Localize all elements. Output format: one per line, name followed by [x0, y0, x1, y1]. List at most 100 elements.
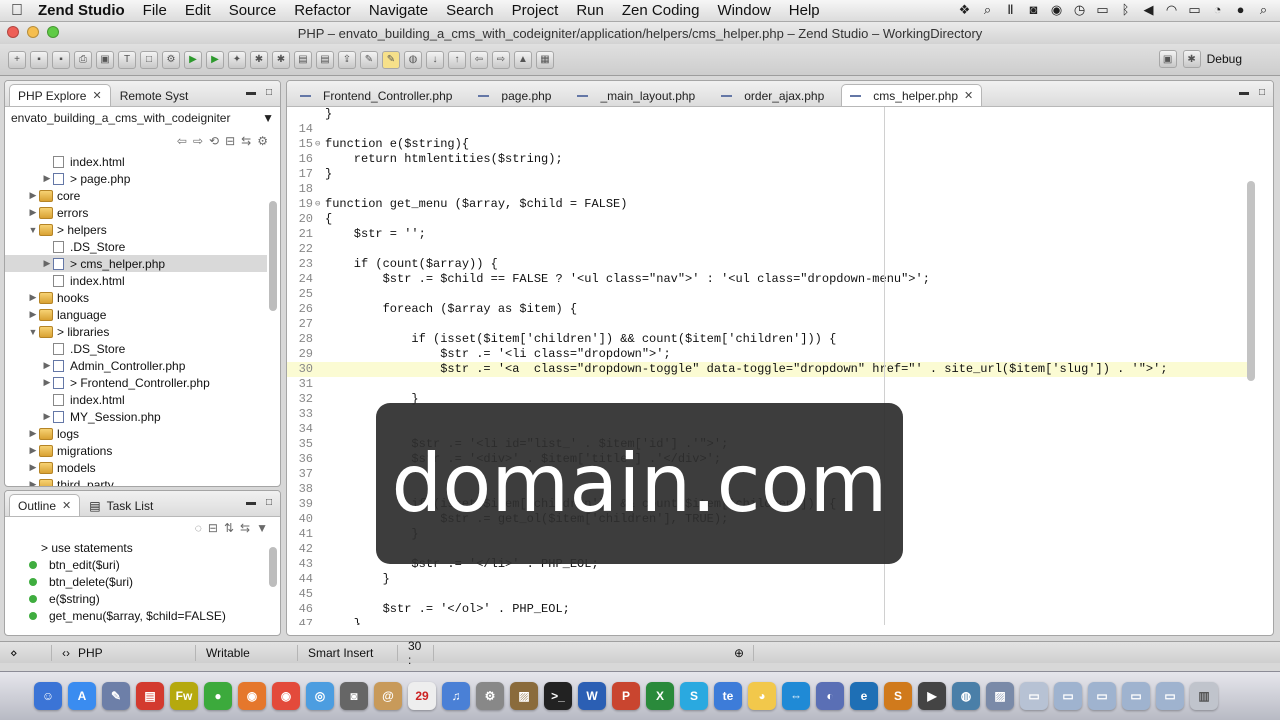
chevron-right-icon[interactable]: ▶ — [27, 445, 39, 456]
tree-item[interactable]: .DS_Store — [5, 340, 267, 357]
next-annotation-icon[interactable]: ↓ — [426, 50, 444, 69]
outline-item[interactable]: e($string) — [5, 590, 280, 607]
chrome-icon[interactable]: ◉ — [272, 682, 300, 710]
debug-perspective-label[interactable]: Debug — [1207, 52, 1242, 66]
tree-item[interactable]: ▶ third_party — [5, 476, 267, 486]
acrobat-icon[interactable]: ▤ — [136, 682, 164, 710]
code-line[interactable]: 21 $str = ''; — [287, 227, 1247, 242]
chevron-right-icon[interactable]: ▶ — [27, 479, 39, 486]
menu-file[interactable]: File — [134, 2, 176, 19]
up-icon[interactable]: ⟲ — [209, 134, 219, 148]
preview-icon[interactable]: ▨ — [986, 682, 1014, 710]
skype-icon[interactable]: S — [680, 682, 708, 710]
editor-tab[interactable]: page.php — [469, 84, 560, 106]
external-tools-icon[interactable]: ✦ — [228, 50, 246, 69]
close-window-button[interactable] — [7, 26, 19, 38]
fold-icon[interactable] — [315, 482, 325, 497]
fireworks-icon[interactable]: Fw — [170, 682, 198, 710]
fold-icon[interactable] — [315, 182, 325, 197]
applications-folder-icon[interactable]: ▭ — [1122, 682, 1150, 710]
outline-item[interactable]: get_menu($array, $child=FALSE) — [5, 607, 280, 624]
profile-icon[interactable]: ✱ — [272, 50, 290, 69]
code-line[interactable]: 24 $str .= $child == FALSE ? '<ul class=… — [287, 272, 1247, 287]
tree-item[interactable]: index.html — [5, 391, 267, 408]
new-project-icon[interactable]: ▣ — [96, 50, 114, 69]
fold-icon[interactable] — [315, 152, 325, 167]
chevron-right-icon[interactable]: ▶ — [27, 428, 39, 439]
tree-item[interactable]: ▶ hooks — [5, 289, 267, 306]
build-icon[interactable]: ⚙ — [162, 50, 180, 69]
code-line[interactable]: 16 return htmlentities($string); — [287, 152, 1247, 167]
maximize-icon[interactable]: □ — [1259, 87, 1265, 98]
code-line[interactable]: 28 if (isset($item['children']) && count… — [287, 332, 1247, 347]
link-with-editor-icon[interactable]: ⇆ — [241, 134, 251, 148]
fold-icon[interactable] — [315, 602, 325, 617]
camera-icon[interactable]: ◙ — [1025, 2, 1042, 18]
menu-window[interactable]: Window — [708, 2, 779, 19]
fold-icon[interactable] — [315, 287, 325, 302]
chevron-down-icon[interactable]: ▼ — [27, 225, 39, 235]
link-with-editor-icon[interactable]: ⇆ — [240, 521, 250, 535]
menu-edit[interactable]: Edit — [176, 2, 220, 19]
fold-icon[interactable] — [315, 242, 325, 257]
open-perspective-icon[interactable]: ▣ — [1158, 50, 1177, 68]
fold-icon[interactable] — [315, 107, 325, 122]
status-icon[interactable]: ⋄ — [0, 644, 52, 661]
code-line[interactable]: 29 $str .= '<li class="dropdown">'; — [287, 347, 1247, 362]
menu-refactor[interactable]: Refactor — [285, 2, 360, 19]
outline-item[interactable]: > use statements — [5, 539, 280, 556]
code-line[interactable]: 19 ⊖ function get_menu ($array, $child = F… — [287, 197, 1247, 212]
fold-icon[interactable] — [315, 587, 325, 602]
code-line[interactable]: 25 — [287, 287, 1247, 302]
minimize-icon[interactable]: ▬ — [246, 87, 256, 98]
movie-icon[interactable]: ▶ — [918, 682, 946, 710]
tab-outline[interactable]: Outline ✕ — [9, 494, 81, 516]
menu-help[interactable]: Help — [780, 2, 829, 19]
menu-zen-coding[interactable]: Zen Coding — [613, 2, 709, 19]
forward-icon[interactable]: ⇨ — [193, 134, 203, 148]
filter-icon[interactable]: ◌ — [195, 521, 202, 535]
chevron-down-icon[interactable]: ▼ — [27, 327, 39, 337]
fold-icon[interactable] — [315, 617, 325, 625]
close-icon[interactable]: ✕ — [964, 89, 973, 102]
code-line[interactable]: 27 — [287, 317, 1247, 332]
teamviewer-icon[interactable]: ⇔ — [782, 682, 810, 710]
chevron-right-icon[interactable]: ▶ — [41, 258, 53, 269]
fold-icon[interactable] — [315, 392, 325, 407]
battery-icon[interactable]: ▭ — [1186, 2, 1203, 18]
save-icon[interactable]: ▪ — [30, 50, 48, 69]
fold-icon[interactable] — [315, 497, 325, 512]
fold-icon[interactable] — [315, 227, 325, 242]
chevron-down-icon[interactable]: ▼ — [262, 111, 274, 125]
code-line[interactable]: 15 ⊖ function e($string){ — [287, 137, 1247, 152]
system-preferences-icon[interactable]: ⚙ — [476, 682, 504, 710]
tree-item[interactable]: ▶ > cms_helper.php — [5, 255, 267, 272]
fold-icon[interactable] — [315, 527, 325, 542]
task-icon[interactable]: ▦ — [536, 50, 554, 69]
fold-icon[interactable] — [315, 377, 325, 392]
fold-icon[interactable] — [315, 542, 325, 557]
zoom-window-button[interactable] — [47, 26, 59, 38]
tab-remote-systems[interactable]: Remote Syst — [111, 84, 198, 106]
word-icon[interactable]: W — [578, 682, 606, 710]
chevron-right-icon[interactable]: ▶ — [27, 207, 39, 218]
apple-menu-icon[interactable]:  — [0, 2, 34, 20]
textmate-icon[interactable]: ✎ — [102, 682, 130, 710]
excel-icon[interactable]: X — [646, 682, 674, 710]
tree-item[interactable]: ▶ logs — [5, 425, 267, 442]
pause-icon[interactable]: Ⅱ — [1002, 2, 1019, 18]
cyberduck-icon[interactable]: ◕ — [748, 682, 776, 710]
tree-item[interactable]: ▶ language — [5, 306, 267, 323]
fold-icon[interactable]: ⊖ — [315, 197, 325, 212]
code-line[interactable]: 26 foreach ($array as $item) { — [287, 302, 1247, 317]
spotlight-icon[interactable]: ⌕ — [1255, 2, 1272, 18]
chevron-right-icon[interactable]: ▶ — [27, 292, 39, 303]
code-line[interactable]: 47 } — [287, 617, 1247, 625]
explorer-scrollbar[interactable] — [269, 201, 277, 311]
project-selector[interactable]: envato_building_a_cms_with_codeigniter ▼ — [5, 107, 280, 129]
search-icon[interactable]: ⌕ — [979, 2, 996, 18]
code-line[interactable]: 30 $str .= '<a class="dropdown-toggle" d… — [287, 362, 1247, 377]
menu-search[interactable]: Search — [437, 2, 503, 19]
menu-navigate[interactable]: Navigate — [360, 2, 437, 19]
chevron-right-icon[interactable]: ▶ — [27, 190, 39, 201]
